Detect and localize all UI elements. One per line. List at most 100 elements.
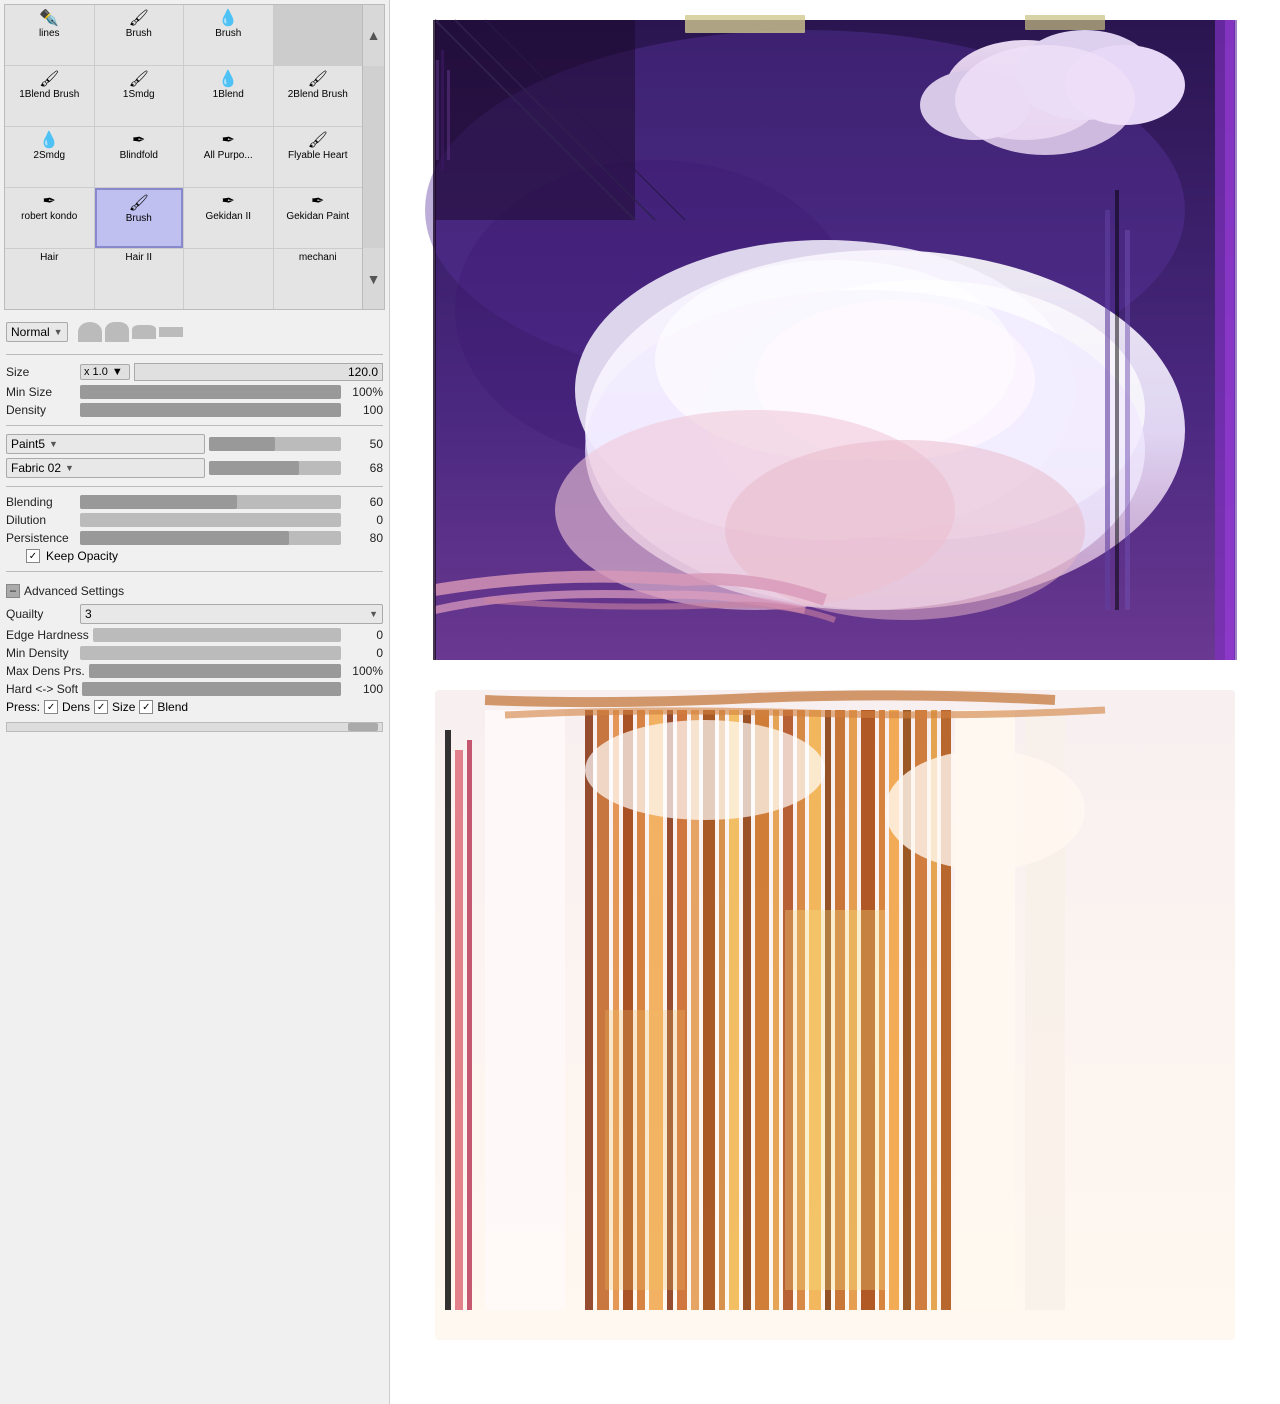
brush-cell-empty2 [184, 249, 273, 309]
brush-label-2blend: 2Blend Brush [288, 89, 348, 100]
fabric02-slider[interactable] [209, 461, 341, 475]
panel-scrollbar[interactable] [6, 722, 383, 732]
brush-label-roberto: robert kondo [21, 211, 77, 222]
keep-opacity-checkbox[interactable]: ✓ [26, 549, 40, 563]
size-value: 120.0 [134, 363, 383, 381]
brush-cell-gekidan2[interactable]: ✒ Gekidan II [184, 188, 273, 248]
brush-icon-1blend: 🖌 [39, 69, 59, 89]
top-painting [425, 20, 1235, 660]
brush-cell-1smdg[interactable]: 🖌 1Smdg [95, 66, 184, 126]
dilution-value: 0 [345, 513, 383, 527]
edge-hardness-slider[interactable] [93, 628, 341, 642]
max-dens-prs-value: 100% [345, 664, 383, 678]
blending-slider[interactable] [80, 495, 341, 509]
advanced-toggle-icon[interactable]: − [6, 584, 20, 598]
brush-icon-flyable: 🖌 [308, 130, 328, 150]
shape-button-peak[interactable] [78, 322, 102, 342]
brush-icon-gekidanpaint: ✒ [311, 191, 324, 211]
hard-soft-slider[interactable] [82, 682, 341, 696]
brush-cell-2smdg[interactable]: 💧 2Smdg [5, 127, 94, 187]
density-label: Density [6, 403, 76, 417]
min-density-slider[interactable] [80, 646, 341, 660]
dilution-slider[interactable] [80, 513, 341, 527]
brush-cell-blindfold[interactable]: ✒ Blindfold [95, 127, 184, 187]
dilution-label: Dilution [6, 513, 76, 527]
brush-cell-empty1 [274, 5, 363, 65]
brush-label-flyable: Flyable Heart [288, 150, 347, 161]
paint5-arrow: ▼ [49, 439, 58, 449]
size-label: Size [6, 365, 76, 379]
brush-cell-roberto[interactable]: ✒ robert kondo [5, 188, 94, 248]
brush-label-1blend: 1Blend Brush [19, 89, 79, 100]
min-size-value: 100% [345, 385, 383, 399]
fabric02-fill [209, 461, 299, 475]
divider-1 [6, 354, 383, 355]
density-slider[interactable] [80, 403, 341, 417]
quality-arrow: ▼ [369, 609, 378, 619]
press-dens-checkbox[interactable]: ✓ [44, 700, 58, 714]
persistence-fill [80, 531, 289, 545]
press-blend-checkbox[interactable]: ✓ [139, 700, 153, 714]
divider-4 [6, 571, 383, 572]
brush-cell-mechani[interactable]: mechani [274, 249, 363, 309]
max-dens-prs-label: Max Dens Prs. [6, 664, 85, 678]
quality-label: Quailty [6, 607, 76, 621]
brush-label-gekidanpaint: Gekidan Paint [286, 211, 349, 222]
scrollbar-thumb[interactable] [348, 723, 378, 731]
press-size-checkbox[interactable]: ✓ [94, 700, 108, 714]
blending-fill [80, 495, 237, 509]
brush-label-brush1: Brush [126, 28, 152, 39]
mode-dropdown[interactable]: Normal ▼ [6, 322, 68, 342]
quality-row: Quailty 3 ▼ [6, 604, 383, 624]
quality-dropdown[interactable]: 3 ▼ [80, 604, 383, 624]
fabric02-dropdown[interactable]: Fabric 02 ▼ [6, 458, 205, 478]
brush-label-gekidan2: Gekidan II [205, 211, 251, 222]
scroll-down-button[interactable]: ▼ [363, 248, 384, 309]
artwork-canvas[interactable] [405, 10, 1265, 1360]
hard-soft-label: Hard <-> Soft [6, 682, 78, 696]
brush-panel: ✒️ lines 🖌 Brush 💧 Brush 🖌 1Blend Brush … [0, 0, 390, 1404]
brush-label-allpurpo: All Purpo... [204, 150, 253, 161]
brush-cell-gekidanpaint[interactable]: ✒ Gekidan Paint [274, 188, 363, 248]
size-prefix-dropdown[interactable]: x 1.0 ▼ [80, 364, 130, 380]
hard-soft-fill [82, 682, 341, 696]
brush-cell-brush1[interactable]: 🖌 Brush [95, 5, 184, 65]
advanced-settings-header[interactable]: − Advanced Settings [6, 584, 383, 598]
press-dens-label: Dens [62, 700, 90, 714]
brush-cell-1blend2[interactable]: 💧 1Blend [184, 66, 273, 126]
brush-icon-allpurpo: ✒ [222, 130, 235, 150]
shape-button-rect[interactable] [159, 327, 183, 337]
brush-cell-2blend[interactable]: 🖌 2Blend Brush [274, 66, 363, 126]
press-blend-label: Blend [157, 700, 188, 714]
paint5-slider[interactable] [209, 437, 341, 451]
hard-soft-value: 100 [345, 682, 383, 696]
mode-label: Normal [11, 325, 50, 339]
size-prefix-value: x 1.0 [84, 366, 108, 378]
max-dens-prs-slider[interactable] [89, 664, 341, 678]
dilution-row: Dilution 0 [6, 513, 383, 527]
min-size-row: Min Size 100% [6, 385, 383, 399]
keep-opacity-label: Keep Opacity [46, 549, 118, 563]
shape-button-round[interactable] [105, 322, 129, 342]
brush-scroll: ▲ ▼ [362, 5, 384, 309]
brush-cell-allpurpo[interactable]: ✒ All Purpo... [184, 127, 273, 187]
scroll-up-button[interactable]: ▲ [363, 5, 384, 66]
blending-label: Blending [6, 495, 76, 509]
persistence-label: Persistence [6, 531, 76, 545]
shape-button-flat[interactable] [132, 325, 156, 339]
brush-grid-cells: ✒️ lines 🖌 Brush 💧 Brush 🖌 1Blend Brush … [5, 5, 362, 309]
brush-label-1smdg: 1Smdg [123, 89, 155, 100]
brush-cell-1blend[interactable]: 🖌 1Blend Brush [5, 66, 94, 126]
brush-cell-lines[interactable]: ✒️ lines [5, 5, 94, 65]
brush-cell-brush2[interactable]: 💧 Brush [184, 5, 273, 65]
brush-cell-hair2[interactable]: Hair II [95, 249, 184, 309]
press-label: Press: [6, 700, 40, 714]
paint5-dropdown[interactable]: Paint5 ▼ [6, 434, 205, 454]
brush-cell-brush-selected[interactable]: 🖌 Brush [95, 188, 184, 248]
brush-cell-hair[interactable]: Hair [5, 249, 94, 309]
persistence-slider[interactable] [80, 531, 341, 545]
persistence-value: 80 [345, 531, 383, 545]
min-size-slider[interactable] [80, 385, 341, 399]
size-row: Size x 1.0 ▼ 120.0 [6, 363, 383, 381]
brush-cell-flyable[interactable]: 🖌 Flyable Heart [274, 127, 363, 187]
